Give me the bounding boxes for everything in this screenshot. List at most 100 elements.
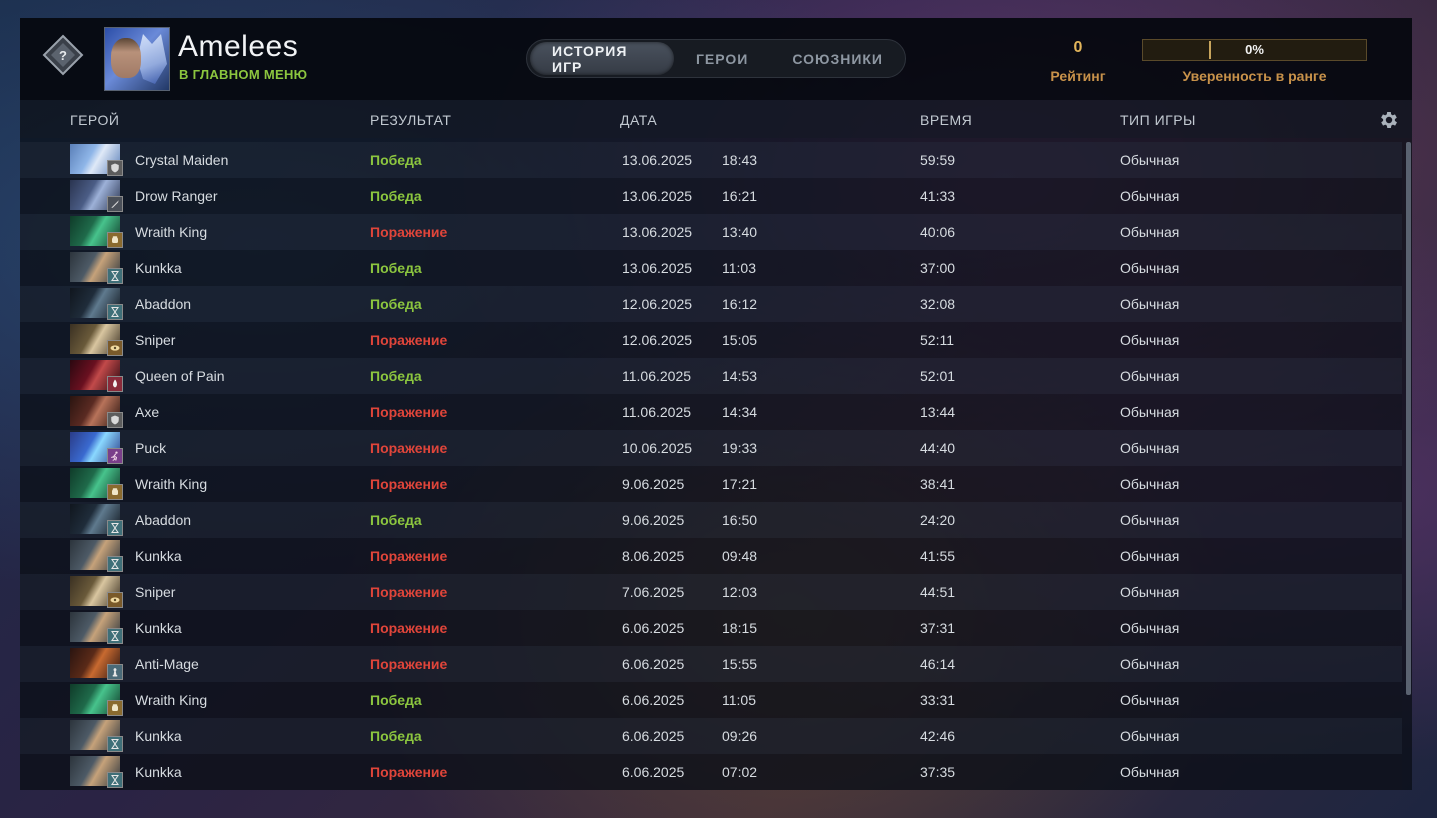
match-result: Победа xyxy=(370,152,422,168)
match-history-panel: ? Amelees В ГЛАВНОМ МЕНЮ ИСТОРИЯ ИГР ГЕР… xyxy=(20,18,1412,790)
match-result: Поражение xyxy=(370,476,448,492)
hero-name: Kunkka xyxy=(135,548,182,564)
game-type: Обычная xyxy=(1120,332,1180,348)
hero-name: Puck xyxy=(135,440,167,456)
profile-header: ? Amelees В ГЛАВНОМ МЕНЮ ИСТОРИЯ ИГР ГЕР… xyxy=(20,18,1412,100)
game-type: Обычная xyxy=(1120,728,1180,744)
column-duration[interactable]: ВРЕМЯ xyxy=(920,112,972,128)
match-duration: 13:44 xyxy=(920,404,956,420)
rank-unknown-icon[interactable]: ? xyxy=(42,34,84,76)
match-date: 12.06.2025 xyxy=(622,332,693,348)
match-start-time: 09:26 xyxy=(722,728,758,744)
table-row[interactable]: Axe Поражение 11.06.2025 14:34 13:44 Обы… xyxy=(20,394,1402,430)
match-date: 6.06.2025 xyxy=(622,764,685,780)
match-result: Поражение xyxy=(370,548,448,564)
match-date: 8.06.2025 xyxy=(622,548,685,564)
shield-icon xyxy=(107,160,123,176)
column-result[interactable]: РЕЗУЛЬТАТ xyxy=(370,112,451,128)
tab-heroes[interactable]: ГЕРОИ xyxy=(674,42,770,75)
tab-allies[interactable]: СОЮЗНИКИ xyxy=(770,42,905,75)
match-start-time: 19:33 xyxy=(722,440,758,456)
game-type: Обычная xyxy=(1120,368,1180,384)
eye-icon xyxy=(107,592,123,608)
table-row[interactable]: Kunkka Поражение 6.06.2025 07:02 37:35 О… xyxy=(20,754,1402,790)
table-row[interactable]: Anti-Mage Поражение 6.06.2025 15:55 46:1… xyxy=(20,646,1402,682)
game-type: Обычная xyxy=(1120,548,1180,564)
avatar[interactable] xyxy=(104,27,170,91)
match-start-time: 16:21 xyxy=(722,188,758,204)
table-row[interactable]: Kunkka Победа 13.06.2025 11:03 37:00 Обы… xyxy=(20,250,1402,286)
match-duration: 37:31 xyxy=(920,620,956,636)
match-duration: 38:41 xyxy=(920,476,956,492)
match-start-time: 17:21 xyxy=(722,476,758,492)
match-result: Поражение xyxy=(370,224,448,240)
game-type: Обычная xyxy=(1120,152,1180,168)
player-status: В ГЛАВНОМ МЕНЮ xyxy=(179,67,308,82)
rank-confidence-label: Уверенность в ранге xyxy=(1182,68,1327,84)
table-row[interactable]: Abaddon Победа 12.06.2025 16:12 32:08 Об… xyxy=(20,286,1402,322)
match-result: Победа xyxy=(370,188,422,204)
game-type: Обычная xyxy=(1120,656,1180,672)
column-hero[interactable]: ГЕРОЙ xyxy=(70,112,119,128)
match-result: Поражение xyxy=(370,584,448,600)
game-type: Обычная xyxy=(1120,692,1180,708)
table-row[interactable]: Crystal Maiden Победа 13.06.2025 18:43 5… xyxy=(20,142,1402,178)
game-type: Обычная xyxy=(1120,404,1180,420)
hero-name: Anti-Mage xyxy=(135,656,199,672)
table-row[interactable]: Kunkka Поражение 6.06.2025 18:15 37:31 О… xyxy=(20,610,1402,646)
fist-icon xyxy=(107,232,123,248)
match-start-time: 09:48 xyxy=(722,548,758,564)
match-date: 13.06.2025 xyxy=(622,260,693,276)
match-date: 9.06.2025 xyxy=(622,512,685,528)
match-date: 6.06.2025 xyxy=(622,620,685,636)
player-name: Amelees xyxy=(178,30,299,63)
table-row[interactable]: Wraith King Поражение 13.06.2025 13:40 4… xyxy=(20,214,1402,250)
hero-name: Abaddon xyxy=(135,296,192,312)
table-row[interactable]: Drow Ranger Победа 13.06.2025 16:21 41:3… xyxy=(20,178,1402,214)
hero-name: Queen of Pain xyxy=(135,368,225,384)
hourglass-icon xyxy=(107,772,123,788)
table-row[interactable]: Puck Поражение 10.06.2025 19:33 44:40 Об… xyxy=(20,430,1402,466)
game-type: Обычная xyxy=(1120,440,1180,456)
match-duration: 52:01 xyxy=(920,368,956,384)
scrollbar[interactable] xyxy=(1406,142,1411,695)
match-start-time: 11:03 xyxy=(722,260,756,276)
game-type: Обычная xyxy=(1120,260,1180,276)
match-date: 11.06.2025 xyxy=(622,404,692,420)
column-date[interactable]: ДАТА xyxy=(620,112,657,128)
fire-icon xyxy=(107,376,123,392)
chess-icon xyxy=(107,664,123,680)
match-duration: 44:51 xyxy=(920,584,956,600)
match-start-time: 15:55 xyxy=(722,656,758,672)
table-row[interactable]: Sniper Поражение 7.06.2025 12:03 44:51 О… xyxy=(20,574,1402,610)
match-date: 6.06.2025 xyxy=(622,728,685,744)
shield-icon xyxy=(107,412,123,428)
table-row[interactable]: Sniper Поражение 12.06.2025 15:05 52:11 … xyxy=(20,322,1402,358)
hero-name: Kunkka xyxy=(135,260,182,276)
match-start-time: 18:43 xyxy=(722,152,758,168)
hero-name: Kunkka xyxy=(135,764,182,780)
column-game-type[interactable]: ТИП ИГРЫ xyxy=(1120,112,1196,128)
match-duration: 41:55 xyxy=(920,548,956,564)
table-row[interactable]: Wraith King Поражение 9.06.2025 17:21 38… xyxy=(20,466,1402,502)
game-type: Обычная xyxy=(1120,296,1180,312)
match-duration: 33:31 xyxy=(920,692,956,708)
hero-name: Wraith King xyxy=(135,476,208,492)
match-start-time: 07:02 xyxy=(722,764,758,780)
table-row[interactable]: Kunkka Победа 6.06.2025 09:26 42:46 Обыч… xyxy=(20,718,1402,754)
table-row[interactable]: Abaddon Победа 9.06.2025 16:50 24:20 Обы… xyxy=(20,502,1402,538)
match-date: 12.06.2025 xyxy=(622,296,693,312)
table-row[interactable]: Wraith King Победа 6.06.2025 11:05 33:31… xyxy=(20,682,1402,718)
hero-name: Kunkka xyxy=(135,620,182,636)
svg-text:?: ? xyxy=(59,48,67,63)
tab-match-history[interactable]: ИСТОРИЯ ИГР xyxy=(530,42,674,75)
hourglass-icon xyxy=(107,268,123,284)
match-duration: 40:06 xyxy=(920,224,956,240)
table-row[interactable]: Kunkka Поражение 8.06.2025 09:48 41:55 О… xyxy=(20,538,1402,574)
match-result: Победа xyxy=(370,728,422,744)
match-date: 6.06.2025 xyxy=(622,692,685,708)
hero-name: Wraith King xyxy=(135,692,208,708)
table-row[interactable]: Queen of Pain Победа 11.06.2025 14:53 52… xyxy=(20,358,1402,394)
gear-icon[interactable] xyxy=(1378,109,1400,131)
hero-name: Drow Ranger xyxy=(135,188,218,204)
